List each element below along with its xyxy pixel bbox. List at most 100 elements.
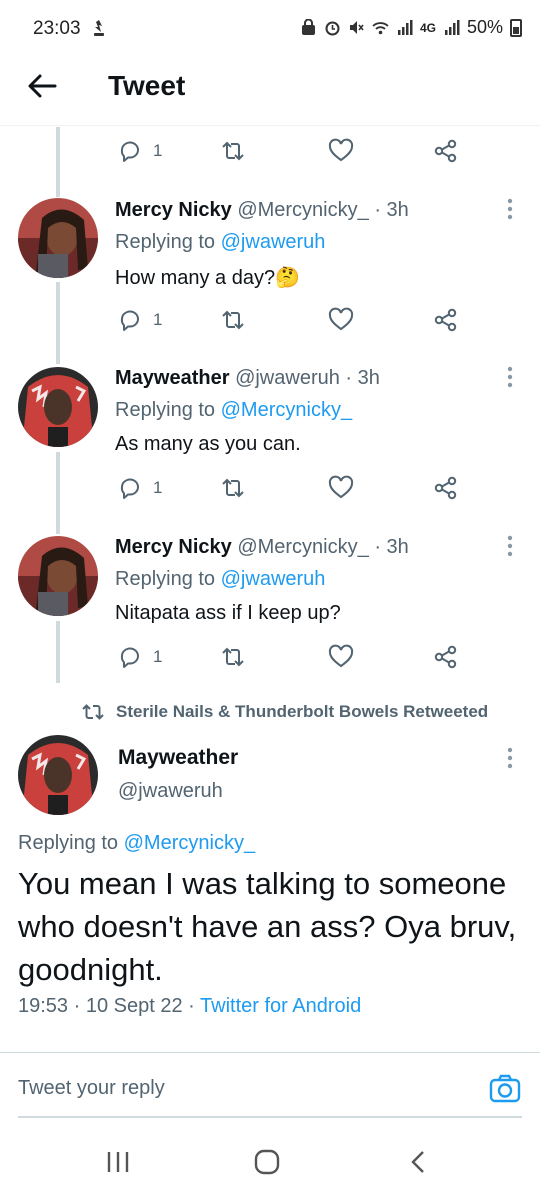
reply-icon xyxy=(120,647,139,668)
back-nav-icon[interactable] xyxy=(405,1148,433,1176)
tweet-time: · 3h xyxy=(345,367,380,389)
like-button[interactable] xyxy=(328,642,354,672)
share-icon xyxy=(434,645,457,669)
reply-author-line: Mayweather @jwaweruh · 3h xyxy=(115,367,380,390)
notification-icon xyxy=(94,20,104,36)
like-button[interactable] xyxy=(328,473,354,503)
retweet-icon xyxy=(82,704,104,720)
home-icon[interactable] xyxy=(253,1148,281,1176)
retweet-button[interactable] xyxy=(220,473,246,503)
recent-apps-icon[interactable] xyxy=(104,1148,132,1176)
replying-to: Replying to @jwaweruh xyxy=(115,568,325,591)
app-header: Tweet xyxy=(0,58,540,126)
alarm-icon xyxy=(325,21,340,36)
status-bar: 23:03 4G 50% xyxy=(0,0,540,58)
share-button[interactable] xyxy=(433,136,459,166)
author-name[interactable]: Mercy Nicky xyxy=(115,536,232,558)
thread-line xyxy=(56,282,60,364)
replying-prefix: Replying to xyxy=(18,832,119,854)
tweet-text: How many a day?🤔 xyxy=(115,265,300,290)
more-options-icon[interactable] xyxy=(506,747,514,769)
reply-button[interactable]: 1 xyxy=(117,136,162,166)
main-tweet-author-handle[interactable]: @jwaweruh xyxy=(118,780,223,803)
mention-link[interactable]: @jwaweruh xyxy=(221,568,326,590)
share-button[interactable] xyxy=(433,642,459,672)
author-name[interactable]: Mayweather xyxy=(115,367,230,389)
camera-icon[interactable] xyxy=(488,1071,522,1105)
tweet-text: As many as you can. xyxy=(115,433,301,455)
mention-link[interactable]: @jwaweruh xyxy=(221,231,326,253)
thread-line xyxy=(56,621,60,683)
status-icons: 4G 50% xyxy=(300,17,522,38)
page-title: Tweet xyxy=(108,70,186,101)
thread-line xyxy=(56,127,60,197)
retweet-button[interactable] xyxy=(220,642,246,672)
share-icon xyxy=(434,139,457,163)
network-type: 4G xyxy=(419,20,436,35)
avatar-image xyxy=(18,735,98,815)
thread-line xyxy=(56,452,60,534)
like-button[interactable] xyxy=(328,305,354,335)
status-time: 23:03 xyxy=(33,18,81,39)
author-handle[interactable]: @jwaweruh xyxy=(235,367,340,389)
reply-count: 1 xyxy=(153,141,163,160)
reply-button[interactable]: 1 xyxy=(117,305,162,335)
main-tweet-author-name[interactable]: Mayweather xyxy=(118,746,238,770)
mute-icon xyxy=(349,21,364,34)
reply-count: 1 xyxy=(153,478,163,497)
main-tweet-replying-to: Replying to @Mercynicky_ xyxy=(18,832,255,855)
replying-prefix: Replying to xyxy=(115,231,216,253)
share-icon xyxy=(434,308,457,332)
author-name[interactable]: Mercy Nicky xyxy=(115,199,232,221)
reply-count: 1 xyxy=(153,310,163,329)
tweet-actions: 1 xyxy=(115,473,495,503)
heart-icon xyxy=(328,307,354,331)
avatar[interactable] xyxy=(18,367,98,447)
reply-input[interactable]: Tweet your reply xyxy=(18,1077,165,1100)
reply-author-line: Mercy Nicky @Mercynicky_ · 3h xyxy=(115,199,409,222)
battery-percent: 50% xyxy=(466,17,503,37)
author-handle[interactable]: @Mercynicky_ xyxy=(237,536,368,558)
replying-prefix: Replying to xyxy=(115,399,216,421)
tweet-time: · 3h xyxy=(374,199,409,221)
more-options-icon[interactable] xyxy=(506,198,514,220)
heart-icon xyxy=(328,644,354,668)
retweet-button[interactable] xyxy=(220,305,246,335)
main-tweet-text: You mean I was talking to someone who do… xyxy=(18,866,517,987)
more-options-icon[interactable] xyxy=(506,366,514,388)
avatar-image xyxy=(18,198,98,278)
retweet-icon xyxy=(222,141,244,161)
author-handle[interactable]: @Mercynicky_ xyxy=(237,199,368,221)
retweet-notice[interactable]: Sterile Nails & Thunderbolt Bowels Retwe… xyxy=(82,702,488,722)
main-tweet-meta: 19:53 · 10 Sept 22 · Twitter for Android xyxy=(18,995,362,1017)
mention-link[interactable]: @Mercynicky_ xyxy=(221,399,352,421)
share-icon xyxy=(434,476,457,500)
retweet-notice-text: Sterile Nails & Thunderbolt Bowels Retwe… xyxy=(116,702,489,721)
tweet-text-content: How many a day? xyxy=(115,267,276,289)
tweet-time: · 3h xyxy=(374,536,409,558)
tweet-source-link[interactable]: Twitter for Android xyxy=(200,995,361,1017)
main-tweet-avatar[interactable] xyxy=(18,735,98,815)
reply-button[interactable]: 1 xyxy=(117,642,162,672)
retweet-button[interactable] xyxy=(220,136,246,166)
avatar[interactable] xyxy=(18,536,98,616)
tweet-actions: 1 xyxy=(115,136,495,166)
replying-to: Replying to @Mercynicky_ xyxy=(115,399,352,422)
like-button[interactable] xyxy=(328,136,354,166)
mention-link[interactable]: @Mercynicky_ xyxy=(124,832,255,854)
tweet-text: Nitapata ass if I keep up? xyxy=(115,602,341,624)
avatar-image xyxy=(18,367,98,447)
signal-icon xyxy=(444,20,460,35)
reply-icon xyxy=(120,141,139,162)
lock-icon xyxy=(301,19,315,35)
avatar[interactable] xyxy=(18,198,98,278)
share-button[interactable] xyxy=(433,305,459,335)
tweet-date: 10 Sept 22 xyxy=(85,995,183,1017)
replying-to: Replying to @jwaweruh xyxy=(115,231,325,254)
more-options-icon[interactable] xyxy=(506,535,514,557)
reply-button[interactable]: 1 xyxy=(117,473,162,503)
avatar-image xyxy=(18,536,98,616)
thinking-emoji: 🤔 xyxy=(275,267,300,289)
share-button[interactable] xyxy=(433,473,459,503)
back-arrow-icon[interactable] xyxy=(26,70,58,102)
